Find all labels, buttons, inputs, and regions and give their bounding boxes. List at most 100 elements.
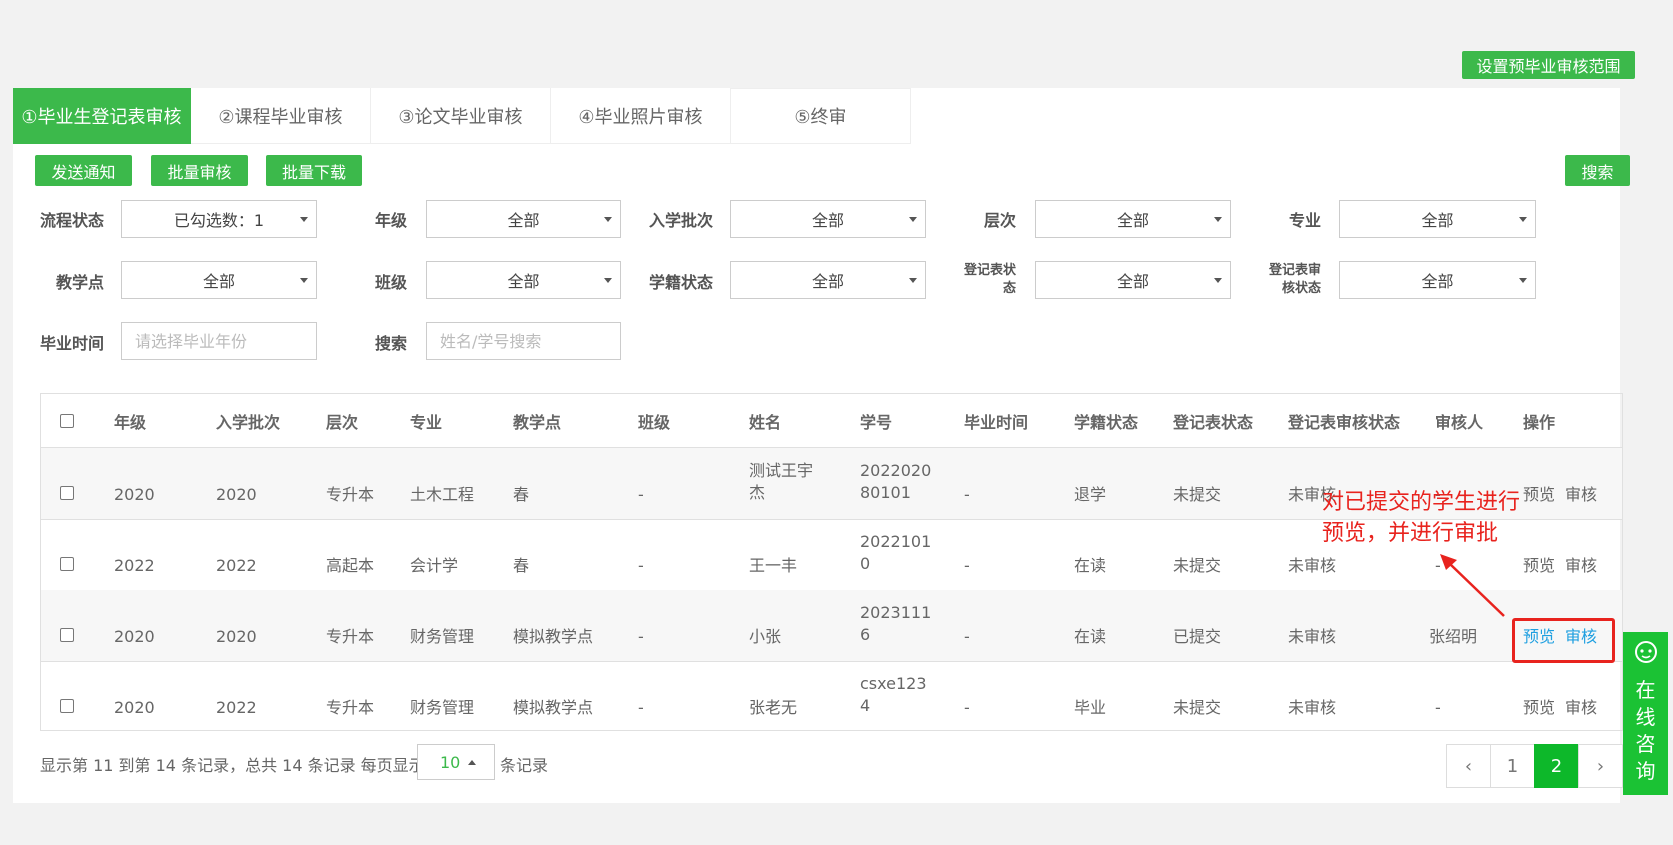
select-all-checkbox[interactable] (60, 414, 74, 428)
set-pregrad-range-button[interactable]: 设置预毕业审核范围 (1462, 51, 1635, 79)
cell-class: - (638, 485, 644, 504)
cell-major: 财务管理 (410, 698, 475, 717)
cell-class: - (638, 698, 644, 717)
name-id-search-input[interactable] (426, 322, 621, 360)
header-teaching-point: 教学点 (513, 412, 562, 432)
tab-registration-review[interactable]: ①毕业生登记表审核 (13, 88, 191, 144)
teaching-point-select[interactable]: 全部 (121, 261, 317, 299)
table-header: 年级 入学批次 层次 专业 教学点 班级 姓名 学号 毕业时间 学籍状态 登记表… (41, 394, 1622, 448)
search-button[interactable]: 搜索 (1565, 155, 1630, 186)
cell-student-id: 2022020 80101 (860, 460, 931, 504)
audit-link[interactable]: 审核 (1565, 555, 1597, 577)
level-select[interactable]: 全部 (1035, 200, 1231, 238)
tab-photo-review[interactable]: ④毕业照片审核 (551, 88, 731, 144)
major-value: 全部 (1421, 211, 1454, 230)
cell-form-review-status: 未审核 (1288, 556, 1337, 575)
process-status-label: 流程状态 (40, 211, 105, 230)
tab-thesis-review[interactable]: ③论文毕业审核 (371, 88, 551, 144)
caret-up-icon (468, 760, 476, 765)
tab-bar: ①毕业生登记表审核 ②课程毕业审核 ③论文毕业审核 ④毕业照片审核 ⑤终审 (13, 88, 911, 144)
page-size-select[interactable]: 10 (417, 744, 495, 780)
page-size-value: 10 (440, 752, 461, 772)
row-checkbox[interactable] (60, 557, 74, 571)
pager-next-button[interactable]: › (1578, 744, 1623, 788)
annotation-arrow (1440, 554, 1505, 617)
preview-link[interactable]: 预览 (1523, 555, 1555, 577)
cell-level: 高起本 (326, 556, 375, 575)
cell-batch: 2020 (216, 627, 257, 646)
cell-student-id-line2: 6 (860, 625, 871, 644)
students-table: 年级 入学批次 层次 专业 教学点 班级 姓名 学号 毕业时间 学籍状态 登记表… (40, 393, 1623, 731)
cell-grad-time: - (964, 556, 970, 575)
class-label: 班级 (375, 273, 408, 292)
cell-teaching-point: 春 (513, 485, 530, 504)
form-review-status-label-line2: 核状态 (1281, 281, 1321, 296)
enroll-status-select[interactable]: 全部 (730, 261, 926, 299)
form-review-status-label: 登记表审 核状态 (1267, 262, 1321, 298)
major-select[interactable]: 全部 (1339, 200, 1536, 238)
consult-label: 在 线 咨 询 (1636, 677, 1656, 785)
chevron-down-icon (604, 217, 612, 222)
header-reviewer: 审核人 (1435, 412, 1484, 432)
cell-major: 土木工程 (410, 485, 475, 504)
chevron-down-icon (604, 278, 612, 283)
preview-link[interactable]: 预览 (1523, 697, 1555, 719)
row-checkbox[interactable] (60, 628, 74, 642)
grad-time-label: 毕业时间 (40, 334, 105, 353)
row-checkbox[interactable] (60, 486, 74, 500)
keyword-label: 搜索 (375, 334, 408, 353)
cell-student-id-line1: 2022101 (860, 532, 932, 551)
cell-student-id-line2: 4 (860, 696, 871, 715)
cell-level: 专升本 (326, 485, 375, 504)
records-suffix: 条记录 (500, 756, 549, 775)
cell-grad-time: - (964, 698, 970, 717)
batch-review-button[interactable]: 批量审核 (151, 155, 248, 186)
header-grad-time: 毕业时间 (964, 412, 1029, 432)
grade-select[interactable]: 全部 (426, 200, 621, 238)
enroll-status-label: 学籍状态 (649, 273, 714, 292)
send-notice-button[interactable]: 发送通知 (35, 155, 132, 186)
header-actions: 操作 (1523, 412, 1556, 432)
row-checkbox[interactable] (60, 699, 74, 713)
chevron-down-icon (300, 217, 308, 222)
cell-student-id: csxe123 4 (860, 673, 927, 717)
audit-link[interactable]: 审核 (1565, 484, 1597, 506)
cell-major: 财务管理 (410, 627, 475, 646)
class-select[interactable]: 全部 (426, 261, 621, 299)
pager-page-2[interactable]: 2 (1534, 744, 1579, 788)
pager-prev-button[interactable]: ‹ (1446, 744, 1491, 788)
preview-link[interactable]: 预览 (1523, 484, 1555, 506)
cell-form-status: 未提交 (1173, 556, 1222, 575)
form-review-status-label-line1: 登记表审 (1268, 263, 1321, 278)
cell-student-id-line1: 2022020 (860, 461, 932, 480)
audit-link[interactable]: 审核 (1565, 697, 1597, 719)
form-review-status-select[interactable]: 全部 (1339, 261, 1536, 299)
chevron-down-icon (1519, 217, 1527, 222)
table-row: 2020 2022 专升本 财务管理 模拟教学点 - 张老无 csxe123 4 … (41, 661, 1622, 732)
level-label: 层次 (984, 211, 1017, 230)
cell-enroll-status: 退学 (1074, 485, 1107, 504)
chevron-down-icon (300, 278, 308, 283)
online-consult-button[interactable]: 在 线 咨 询 (1623, 632, 1668, 795)
chevron-down-icon (1214, 217, 1222, 222)
tab-course-review[interactable]: ②课程毕业审核 (191, 88, 371, 144)
grad-year-input[interactable] (121, 322, 317, 360)
process-status-select[interactable]: 已勾选数：1 (121, 200, 317, 238)
cell-name: 小张 (749, 627, 782, 646)
cell-name-line2: 杰 (749, 483, 766, 502)
pager-page-1[interactable]: 1 (1490, 744, 1535, 788)
cell-student-id: 2023111 6 (860, 602, 931, 646)
cell-batch: 2022 (216, 698, 257, 717)
batch-download-button[interactable]: 批量下载 (266, 155, 362, 186)
consult-char: 在 (1635, 678, 1656, 702)
cell-class: - (638, 556, 644, 575)
batch-select[interactable]: 全部 (730, 200, 926, 238)
header-level: 层次 (326, 412, 359, 432)
records-summary: 显示第 11 到第 14 条记录，总共 14 条记录 每页显示 (40, 756, 425, 775)
cell-form-review-status: 未审核 (1288, 698, 1337, 717)
tab-final-review[interactable]: ⑤终审 (731, 88, 911, 144)
annotation-line-1: 对已提交的学生进行 (1322, 490, 1521, 515)
cell-form-status: 已提交 (1173, 627, 1222, 646)
form-status-select[interactable]: 全部 (1035, 261, 1231, 299)
cell-reviewer: 张绍明 (1429, 627, 1478, 646)
